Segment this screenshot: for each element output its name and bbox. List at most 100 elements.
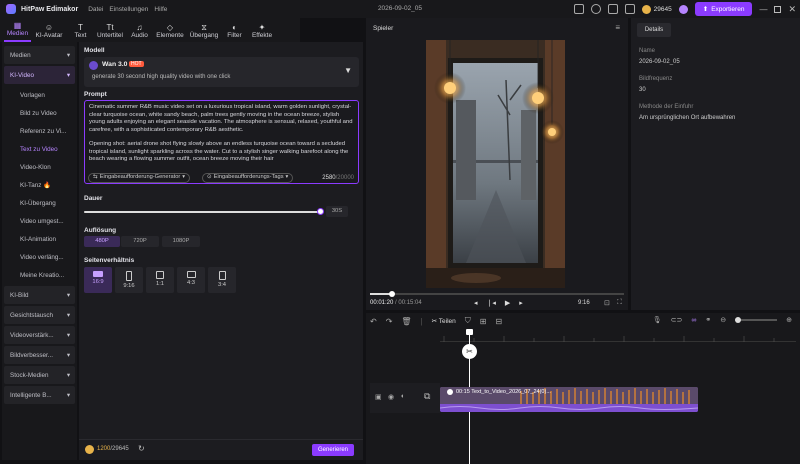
split-button[interactable]: ✂ Teilen bbox=[432, 317, 456, 325]
sidebar-item-gesichtstausch[interactable]: Gesichtstausch ▾ bbox=[4, 306, 75, 324]
credits-count: 29645 bbox=[653, 5, 672, 13]
tab-ki-avatar[interactable]: ☺ KI-Avatar bbox=[31, 23, 67, 42]
zoom-out-icon[interactable]: ⊖ bbox=[720, 316, 726, 324]
sidebar-item-bildverbesserer[interactable]: Bildverbesser... ▾ bbox=[4, 346, 75, 364]
tab-audio[interactable]: ♫ Audio bbox=[126, 23, 153, 42]
ratio-16-9-button[interactable]: 16:9 bbox=[84, 267, 112, 293]
gift-icon[interactable] bbox=[624, 4, 635, 14]
sidebar-item-text-zu-video[interactable]: Text zu Video bbox=[2, 140, 77, 158]
export-button[interactable]: ⬆ Exportieren bbox=[694, 2, 753, 16]
shield-icon[interactable]: ⛉ bbox=[465, 316, 471, 326]
minimize-icon[interactable]: — bbox=[759, 5, 767, 14]
add-credits-icon[interactable] bbox=[678, 4, 688, 14]
sidebar-item-referenz-zu-video[interactable]: Referenz zu Vi... bbox=[2, 122, 77, 140]
ratio-4-3-button[interactable]: 4:3 bbox=[177, 267, 205, 293]
ratio-16-9-icon bbox=[93, 271, 103, 277]
menu-datei[interactable]: Datei bbox=[88, 6, 103, 13]
crop-icon[interactable]: ⊞ bbox=[480, 317, 487, 326]
menu-hilfe[interactable]: Hilfe bbox=[154, 6, 167, 13]
ratio-3-4-button[interactable]: 3:4 bbox=[208, 267, 236, 293]
link-icon[interactable]: ∞ bbox=[691, 317, 696, 324]
duration-slider-track[interactable] bbox=[84, 208, 324, 215]
zoom-slider[interactable] bbox=[735, 317, 778, 323]
aspect-select[interactable]: 9:16 bbox=[578, 300, 590, 306]
sidebar-item-ki-bild[interactable]: KI-Bild ▾ bbox=[4, 286, 75, 304]
speed-icon[interactable]: ⊟ bbox=[495, 317, 502, 326]
mic-icon[interactable]: 🎙 bbox=[653, 316, 662, 324]
playback-controls: ◂ ❘◂ ▶ ▸ bbox=[474, 299, 523, 307]
sidebar-item-ki-animation[interactable]: KI-Animation bbox=[2, 230, 77, 248]
model-description: generate 30 second high quality video wi… bbox=[92, 74, 231, 80]
generate-button[interactable]: Generieren bbox=[312, 444, 354, 456]
prompt-generator-button[interactable]: ⇆ Eingabeaufforderung-Generator ▾ bbox=[88, 173, 191, 183]
play-icon[interactable]: ▶ bbox=[505, 299, 510, 307]
track-cover-icon[interactable]: ⧉ bbox=[424, 391, 430, 402]
close-icon[interactable]: ✕ bbox=[788, 4, 796, 15]
time-ruler[interactable] bbox=[440, 330, 796, 342]
sidebar-item-vorlagen[interactable]: Vorlagen bbox=[2, 86, 77, 104]
sidebar-item-stock-medien[interactable]: Stock-Medien ▾ bbox=[4, 366, 75, 384]
clip-name: 00:15 Text_to_Video_2026_07_24(0)... bbox=[456, 389, 551, 395]
player-progress-track[interactable] bbox=[370, 291, 624, 297]
split-marker-icon[interactable]: ✂ bbox=[462, 344, 477, 359]
shop-icon[interactable] bbox=[573, 4, 584, 14]
resolution-720p-button[interactable]: 720P bbox=[121, 236, 159, 247]
zoom-in-icon[interactable]: ⊕ bbox=[786, 316, 792, 324]
undo-icon[interactable]: ↶ bbox=[370, 317, 377, 326]
snapshot-icon[interactable]: ⊡ bbox=[604, 299, 610, 307]
sidebar-item-video-klon[interactable]: Video-Klon bbox=[2, 158, 77, 176]
tab-label: Übergang bbox=[189, 32, 219, 39]
sidebar-item-intelligente-b[interactable]: Intelligente B... ▾ bbox=[4, 386, 75, 404]
tab-elemente[interactable]: ◇ Elemente bbox=[153, 23, 187, 42]
sidebar-item-bild-zu-video[interactable]: Bild zu Video bbox=[2, 104, 77, 122]
duration-value[interactable]: 30S bbox=[326, 206, 348, 217]
tab-untertitel[interactable]: Tt Untertitel bbox=[94, 23, 126, 42]
sidebar-item-videoverstaerker[interactable]: Videoverstärk... ▾ bbox=[4, 326, 75, 344]
maximize-icon[interactable] bbox=[774, 5, 782, 13]
model-select[interactable]: Wan 3.0 HOT generate 30 second high qual… bbox=[84, 57, 359, 87]
zoom-handle[interactable] bbox=[735, 317, 742, 323]
tab-text[interactable]: T Text bbox=[67, 23, 94, 42]
menu-einstellungen[interactable]: Einstellungen bbox=[109, 6, 148, 13]
resolution-480p-button[interactable]: 480P bbox=[84, 236, 120, 247]
timeline-video-clip[interactable]: 00:15 Text_to_Video_2026_07_24(0)... bbox=[440, 387, 698, 412]
track-visibility-icon[interactable]: ◉ bbox=[388, 393, 394, 401]
ratio-9-16-button[interactable]: 9:16 bbox=[115, 267, 143, 293]
playhead-handle[interactable] bbox=[466, 329, 473, 335]
player-progress-handle[interactable] bbox=[389, 291, 396, 297]
ratio-label: 4:3 bbox=[186, 280, 196, 286]
delete-icon[interactable]: 🗑 bbox=[401, 317, 411, 326]
tab-effekte[interactable]: ✦ Effekte bbox=[248, 23, 276, 42]
timeline-toolbar: ↶ ↷ 🗑 | ✂ Teilen ⛉ ⊞ ⊟ bbox=[370, 316, 503, 326]
prompt-tags-button[interactable]: ⊙ Eingabeaufforderungs-Tags ▾ bbox=[202, 173, 294, 183]
sidebar-item-meine-kreationen[interactable]: Meine Kreatio... bbox=[2, 266, 77, 284]
redo-icon[interactable]: ↷ bbox=[386, 317, 393, 326]
track-audio-icon[interactable]: ◖ bbox=[400, 393, 404, 400]
ratio-1-1-button[interactable]: 1:1 bbox=[146, 267, 174, 293]
sidebar-item-ki-uebergang[interactable]: KI-Übergang bbox=[2, 194, 77, 212]
sidebar-item-medien[interactable]: Medien ▾ bbox=[4, 46, 75, 64]
help-icon[interactable] bbox=[590, 4, 601, 14]
message-icon[interactable] bbox=[607, 4, 618, 14]
sidebar-item-video-verlaengern[interactable]: Video verläng... bbox=[2, 248, 77, 266]
fullscreen-icon[interactable]: ⛶ bbox=[617, 299, 622, 307]
refresh-icon[interactable]: ↻ bbox=[138, 444, 145, 453]
player-menu-icon[interactable]: ≡ bbox=[615, 23, 620, 32]
prev-frame-icon[interactable]: ◂ bbox=[474, 299, 478, 307]
magnet-icon[interactable]: ⊂⊃ bbox=[671, 316, 683, 324]
chain-icon[interactable]: ⚭ bbox=[705, 316, 711, 324]
track-lock-icon[interactable]: ▣ bbox=[375, 393, 382, 401]
tab-filter[interactable]: ◐ Filter bbox=[221, 23, 248, 42]
next-frame-icon[interactable]: ▸ bbox=[519, 299, 523, 307]
tab-uebergang[interactable]: ⧖ Übergang bbox=[187, 23, 221, 42]
prompt-textarea[interactable]: Cinematic summer R&B music video set on … bbox=[84, 100, 359, 184]
sidebar-item-ki-tanz[interactable]: KI-Tanz 🔥 bbox=[2, 176, 77, 194]
tab-medien[interactable]: ▦ Medien bbox=[4, 21, 31, 42]
step-back-icon[interactable]: ❘◂ bbox=[487, 299, 496, 307]
duration-slider-handle[interactable] bbox=[317, 208, 324, 215]
tab-label: Untertitel bbox=[96, 32, 123, 39]
sidebar-item-video-umgestalten[interactable]: Video umgest... bbox=[2, 212, 77, 230]
sidebar-item-ki-video[interactable]: KI-Video ▾ bbox=[4, 66, 75, 84]
tab-details[interactable]: Details bbox=[637, 23, 671, 37]
resolution-1080p-button[interactable]: 1080P bbox=[162, 236, 200, 247]
